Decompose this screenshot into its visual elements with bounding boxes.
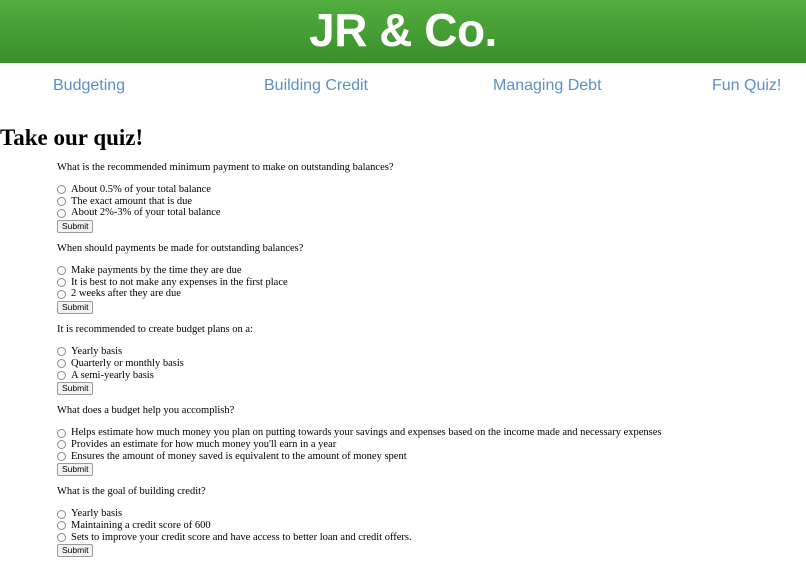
radio-button[interactable] bbox=[57, 451, 66, 461]
quiz-question-5: What is the goal of building credit? Yea… bbox=[57, 485, 661, 558]
radio-button[interactable] bbox=[57, 509, 66, 519]
radio-button[interactable] bbox=[57, 359, 66, 369]
submit-button[interactable]: Submit bbox=[57, 220, 94, 234]
submit-button[interactable]: Submit bbox=[57, 463, 94, 477]
quiz-question-3: It is recommended to create budget plans… bbox=[57, 323, 661, 396]
nav-link-fun-quiz[interactable]: Fun Quiz! bbox=[712, 77, 781, 95]
answer-option[interactable]: Quarterly or monthly basis bbox=[57, 358, 661, 370]
answer-option[interactable]: Make payments by the time they are due bbox=[57, 265, 661, 277]
quiz-question-4: What does a budget help you accomplish? … bbox=[57, 404, 661, 477]
option-label: Helps estimate how much money you plan o… bbox=[71, 427, 662, 439]
submit-button[interactable]: Submit bbox=[57, 382, 94, 396]
quiz-question-2: When should payments be made for outstan… bbox=[57, 242, 661, 315]
answer-option[interactable]: Helps estimate how much money you plan o… bbox=[57, 427, 661, 439]
answer-option[interactable]: About 2%-3% of your total balance bbox=[57, 207, 661, 219]
option-label: The exact amount that is due bbox=[71, 195, 193, 207]
answer-option[interactable]: About 0.5% of your total balance bbox=[57, 184, 661, 196]
answer-option[interactable]: Yearly basis bbox=[57, 508, 661, 520]
answer-option[interactable]: Maintaining a credit score of 600 bbox=[57, 520, 661, 532]
question-text: What is the goal of building credit? bbox=[57, 486, 206, 498]
radio-button[interactable] bbox=[57, 266, 66, 276]
quiz-question-1: What is the recommended minimum payment … bbox=[57, 161, 661, 234]
answer-option[interactable]: The exact amount that is due bbox=[57, 196, 661, 208]
radio-button[interactable] bbox=[57, 347, 66, 357]
nav-link-building-credit[interactable]: Building Credit bbox=[264, 77, 368, 95]
site-header: JR & Co. bbox=[0, 0, 806, 63]
option-label: Ensures the amount of money saved is equ… bbox=[71, 450, 407, 462]
radio-button[interactable] bbox=[57, 521, 66, 531]
radio-button[interactable] bbox=[57, 278, 66, 288]
option-label: Yearly basis bbox=[71, 346, 123, 358]
answer-option[interactable]: Provides an estimate for how much money … bbox=[57, 439, 661, 451]
option-label: About 0.5% of your total balance bbox=[71, 184, 211, 195]
option-label: Maintaining a credit score of 600 bbox=[71, 519, 211, 531]
question-text: What is the recommended minimum payment … bbox=[57, 162, 394, 173]
quiz-form: What is the recommended minimum payment … bbox=[57, 161, 661, 566]
answer-option[interactable]: Ensures the amount of money saved is equ… bbox=[57, 451, 661, 463]
question-text: It is recommended to create budget plans… bbox=[57, 324, 253, 336]
option-label: 2 weeks after they are due bbox=[71, 288, 181, 300]
answer-option[interactable]: It is best to not make any expenses in t… bbox=[57, 277, 661, 289]
answer-option[interactable]: Sets to improve your credit score and ha… bbox=[57, 532, 661, 544]
radio-button[interactable] bbox=[57, 370, 66, 380]
answer-option[interactable]: 2 weeks after they are due bbox=[57, 288, 661, 300]
main-nav: Budgeting Building Credit Managing Debt … bbox=[0, 63, 806, 113]
brand-logo[interactable]: JR & Co. bbox=[309, 3, 497, 57]
radio-button[interactable] bbox=[57, 532, 66, 542]
question-text: What does a budget help you accomplish? bbox=[57, 405, 235, 417]
radio-button[interactable] bbox=[57, 289, 66, 299]
submit-button[interactable]: Submit bbox=[57, 301, 94, 315]
nav-link-managing-debt[interactable]: Managing Debt bbox=[493, 77, 602, 95]
option-label: Sets to improve your credit score and ha… bbox=[71, 531, 412, 543]
answer-option[interactable]: Yearly basis bbox=[57, 346, 661, 358]
option-label: Yearly basis bbox=[71, 508, 123, 520]
option-label: About 2%-3% of your total balance bbox=[71, 207, 221, 219]
option-label: Quarterly or monthly basis bbox=[71, 357, 184, 369]
radio-button[interactable] bbox=[57, 428, 66, 438]
page-title: Take our quiz! bbox=[0, 125, 144, 150]
radio-button[interactable] bbox=[57, 440, 66, 450]
question-text: When should payments be made for outstan… bbox=[57, 243, 304, 255]
option-label: It is best to not make any expenses in t… bbox=[71, 276, 288, 288]
radio-button[interactable] bbox=[57, 185, 66, 195]
radio-button[interactable] bbox=[57, 208, 66, 218]
option-label: A semi-yearly basis bbox=[71, 369, 154, 381]
option-label: Provides an estimate for how much money … bbox=[71, 438, 337, 450]
submit-button[interactable]: Submit bbox=[57, 544, 94, 558]
option-label: Make payments by the time they are due bbox=[71, 265, 242, 277]
radio-button[interactable] bbox=[57, 197, 66, 207]
answer-option[interactable]: A semi-yearly basis bbox=[57, 370, 661, 382]
nav-link-budgeting[interactable]: Budgeting bbox=[53, 77, 125, 95]
